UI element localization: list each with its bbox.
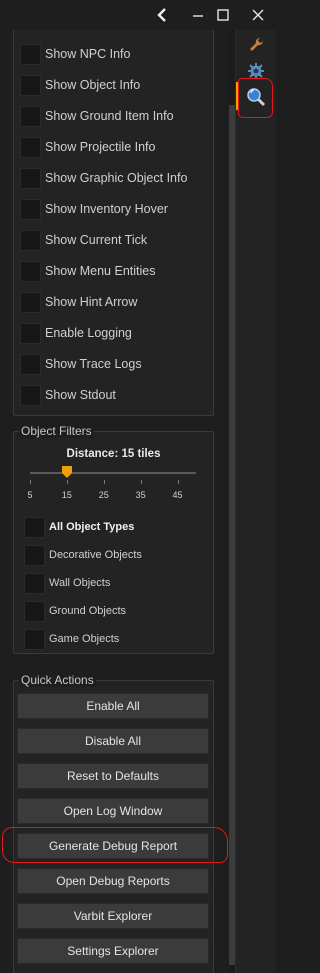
debug-option-row[interactable]: Show Graphic Object Info xyxy=(20,167,187,189)
checkbox[interactable] xyxy=(24,544,45,566)
checkbox[interactable] xyxy=(20,198,41,220)
quick-actions-title: Quick Actions xyxy=(19,673,96,687)
wrench-icon[interactable] xyxy=(245,34,267,56)
checkbox[interactable] xyxy=(24,600,45,622)
checkbox-label: Show Object Info xyxy=(45,78,141,92)
slider-tick xyxy=(140,480,142,484)
filter-option-row[interactable]: Ground Objects xyxy=(24,600,126,622)
checkbox-label: Show Graphic Object Info xyxy=(45,171,188,185)
checkbox[interactable] xyxy=(20,136,41,158)
checkbox-label: Show Hint Arrow xyxy=(45,295,138,309)
distance-label: Distance: 15 tiles xyxy=(66,448,161,460)
minimize-icon[interactable] xyxy=(187,4,209,26)
side-panel-nav xyxy=(235,30,276,973)
checkbox[interactable] xyxy=(20,167,41,189)
reset-defaults-button[interactable]: Reset to Defaults xyxy=(17,763,209,789)
checkbox[interactable] xyxy=(20,43,41,65)
debug-option-row[interactable]: Enable Logging xyxy=(20,322,132,344)
checkbox[interactable] xyxy=(20,353,41,375)
close-icon[interactable] xyxy=(247,4,269,26)
debug-option-row[interactable]: Show Projectile Info xyxy=(20,136,155,158)
checkbox-label: Show Inventory Hover xyxy=(45,202,168,216)
open-log-window-button[interactable]: Open Log Window xyxy=(17,798,209,824)
slider-thumb[interactable] xyxy=(61,465,73,479)
filter-option-row[interactable]: All Object Types xyxy=(24,516,134,538)
checkbox[interactable] xyxy=(24,628,45,650)
filter-option-row[interactable]: Wall Objects xyxy=(24,572,110,594)
checkbox-label: Ground Objects xyxy=(49,605,127,617)
disable-all-button[interactable]: Disable All xyxy=(17,728,209,754)
checkbox-label: Decorative Objects xyxy=(49,549,142,561)
debug-option-row[interactable]: Show Menu Entities xyxy=(20,260,155,282)
checkbox-label: All Object Types xyxy=(49,521,135,533)
checkbox-label: Show Ground Item Info xyxy=(45,109,174,123)
checkbox[interactable] xyxy=(20,229,41,251)
checkbox-label: Show Trace Logs xyxy=(45,357,142,371)
checkbox[interactable] xyxy=(20,322,41,344)
checkbox[interactable] xyxy=(20,384,41,406)
slider-tick-label: 15 xyxy=(61,490,72,500)
settings-explorer-button[interactable]: Settings Explorer xyxy=(17,938,209,964)
chevron-left-icon[interactable] xyxy=(151,4,173,26)
plugin-panel[interactable]: Show NPC Info Show Object Info Show Ground… xyxy=(0,30,235,973)
debug-option-row[interactable]: Show Stdout xyxy=(20,384,116,406)
filter-option-row[interactable]: Game Objects xyxy=(24,628,119,650)
object-filters-panel: Object Filters Distance: 15 tiles 5 15 25 3… xyxy=(13,424,214,654)
debug-option-row[interactable]: Show Current Tick xyxy=(20,229,147,251)
debug-option-row[interactable]: Show Trace Logs xyxy=(20,353,142,375)
checkbox-label: Show Current Tick xyxy=(45,233,148,247)
slider-tick xyxy=(103,480,105,484)
checkbox[interactable] xyxy=(20,105,41,127)
debug-option-row[interactable]: Show Object Info xyxy=(20,74,140,96)
varbit-explorer-button[interactable]: Varbit Explorer xyxy=(17,903,209,929)
checkbox[interactable] xyxy=(24,572,45,594)
annotation-highlight-tab xyxy=(238,78,273,118)
slider-tick-label: 45 xyxy=(172,490,183,500)
slider-tick-label: 5 xyxy=(27,490,33,500)
filter-option-row[interactable]: Decorative Objects xyxy=(24,544,142,566)
debug-option-row[interactable]: Show NPC Info xyxy=(20,43,130,65)
checkbox-label: Show Menu Entities xyxy=(45,264,156,278)
checkbox-label: Show NPC Info xyxy=(45,47,131,61)
debug-option-row[interactable]: Show Hint Arrow xyxy=(20,291,137,313)
object-filters-title: Object Filters xyxy=(19,424,94,438)
checkbox[interactable] xyxy=(20,74,41,96)
slider-track[interactable] xyxy=(30,472,196,474)
enable-all-button[interactable]: Enable All xyxy=(17,693,209,719)
slider-tick xyxy=(30,480,31,484)
checkbox-label: Enable Logging xyxy=(45,326,132,340)
debug-option-row[interactable]: Show Inventory Hover xyxy=(20,198,168,220)
slider-tick xyxy=(66,480,68,484)
slider-tick-label: 25 xyxy=(98,490,109,500)
title-bar xyxy=(0,0,275,30)
checkbox-label: Show Projectile Info xyxy=(45,140,156,154)
open-debug-reports-button[interactable]: Open Debug Reports xyxy=(17,868,209,894)
checkbox[interactable] xyxy=(20,260,41,282)
checkbox-label: Wall Objects xyxy=(49,577,111,589)
debug-options-panel: Show NPC Info Show Object Info Show Ground… xyxy=(13,30,214,416)
debug-option-row[interactable]: Show Ground Item Info xyxy=(20,105,174,127)
checkbox[interactable] xyxy=(24,516,45,538)
checkbox-label: Game Objects xyxy=(49,633,120,645)
annotation-highlight xyxy=(2,827,228,863)
slider-tick xyxy=(177,480,179,484)
slider-tick-label: 35 xyxy=(135,490,146,500)
maximize-icon[interactable] xyxy=(212,4,234,26)
distance-slider[interactable]: 5 15 25 35 45 xyxy=(14,462,213,512)
checkbox-label: Show Stdout xyxy=(45,388,116,402)
checkbox[interactable] xyxy=(20,291,41,313)
